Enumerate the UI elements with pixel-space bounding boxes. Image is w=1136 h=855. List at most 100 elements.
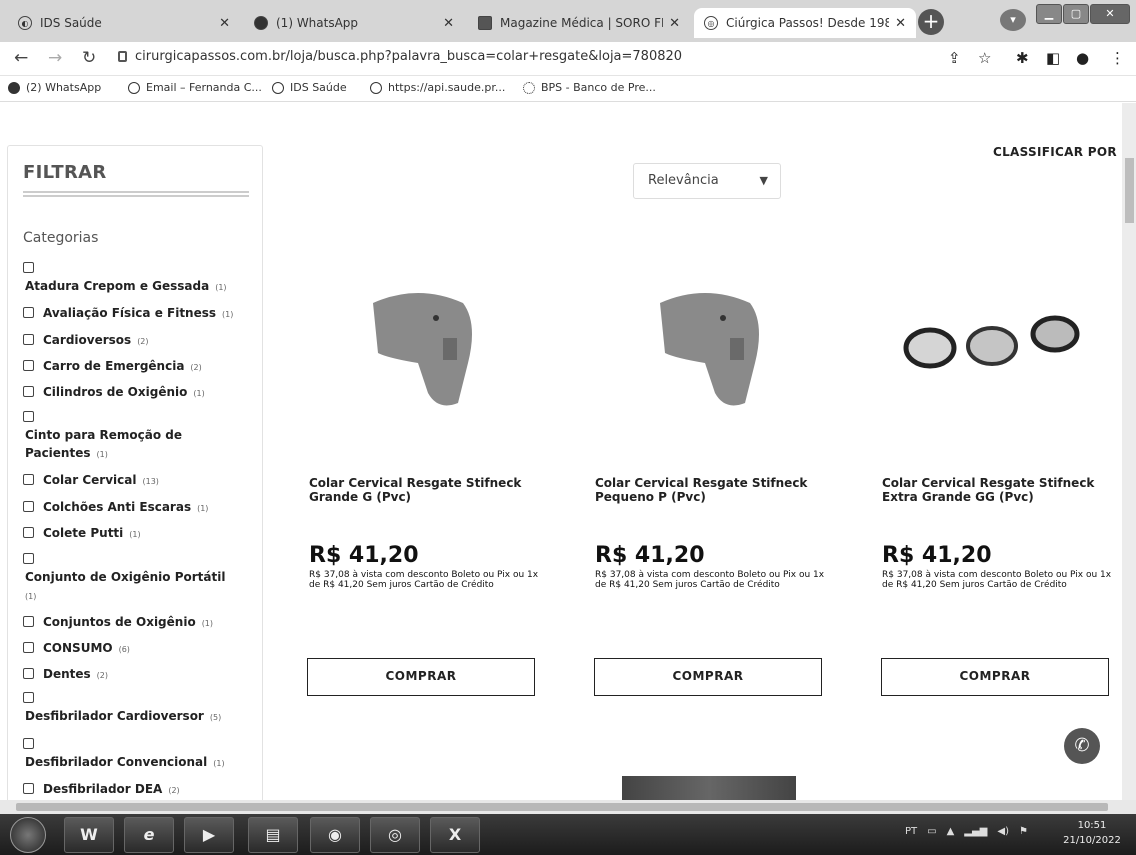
bookmark-whatsapp[interactable]: (2) WhatsApp — [8, 81, 101, 94]
extensions-icon[interactable]: ✱ — [1016, 49, 1029, 67]
minimize-button[interactable]: ▁ — [1036, 4, 1062, 24]
buy-button[interactable]: COMPRAR — [307, 658, 535, 696]
category-cinto-remocao[interactable]: Cinto para Remoção de Pacientes (1) — [23, 408, 255, 464]
tab-magazine-medica[interactable]: Magazine Médica | SORO FISIO ✕ — [468, 8, 690, 38]
product-image[interactable] — [358, 283, 488, 413]
checkbox[interactable] — [23, 642, 34, 653]
category-carro-emergencia[interactable]: Carro de Emergência (2) — [23, 357, 255, 377]
close-icon[interactable]: ✕ — [895, 16, 906, 31]
category-label: Colar Cervical — [43, 473, 137, 487]
language-indicator[interactable]: PT — [905, 826, 917, 837]
category-dentes[interactable]: Dentes (2) — [23, 665, 255, 685]
whatsapp-chat-button[interactable]: ✆ — [1064, 728, 1100, 764]
category-consumo[interactable]: CONSUMO (6) — [23, 639, 255, 659]
address-bar[interactable]: cirurgicapassos.com.br/loja/busca.php?pa… — [118, 49, 682, 64]
tab-cirurgica-passos[interactable]: ◎ Ciúrgica Passos! Desde 1984, J ✕ — [694, 8, 916, 38]
buy-button[interactable]: COMPRAR — [881, 658, 1109, 696]
scroll-thumb[interactable] — [1125, 158, 1134, 223]
category-desfibrilador-cardioversor[interactable]: Desfibrilador Cardioversor (5) — [23, 689, 255, 727]
category-desfibrilador-dea[interactable]: Desfibrilador DEA (2) — [23, 780, 255, 800]
checkbox[interactable] — [23, 334, 34, 345]
category-conjuntos-oxigenio[interactable]: Conjuntos de Oxigênio (1) — [23, 613, 255, 633]
category-colar-cervical[interactable]: Colar Cervical (13) — [23, 471, 255, 491]
bookmark-ids-saude[interactable]: IDS Saúde — [272, 81, 347, 94]
tab-ids-saude[interactable]: ◐ IDS Saúde ✕ — [8, 8, 240, 38]
category-colete-putti[interactable]: Colete Putti (1) — [23, 524, 255, 544]
reload-button[interactable]: ↻ — [82, 48, 96, 68]
profile-icon[interactable]: ● — [1076, 49, 1089, 67]
category-label: Cardioversos — [43, 333, 132, 347]
excel-app-icon[interactable]: X — [430, 817, 480, 853]
category-conjunto-portatil[interactable]: Conjunto de Oxigênio Portátil (1) — [23, 550, 255, 606]
vertical-scrollbar[interactable] — [1122, 103, 1136, 800]
bookmark-bps[interactable]: BPS - Banco de Pre... — [523, 81, 656, 94]
start-button[interactable] — [10, 817, 46, 853]
media-player-icon[interactable]: ▶ — [184, 817, 234, 853]
close-icon[interactable]: ✕ — [219, 16, 230, 31]
checkbox[interactable] — [23, 262, 34, 273]
product-name[interactable]: Colar Cervical Resgate Stifneck Extra Gr… — [882, 476, 1117, 504]
checkbox[interactable] — [23, 501, 34, 512]
checkbox[interactable] — [23, 307, 34, 318]
maximize-button[interactable]: ▢ — [1063, 4, 1089, 24]
checkbox[interactable] — [23, 386, 34, 397]
category-count: (1) — [215, 283, 227, 292]
flag-icon[interactable]: ⚑ — [1019, 826, 1028, 837]
horizontal-scrollbar[interactable] — [0, 800, 1136, 814]
scroll-thumb[interactable] — [16, 803, 1108, 811]
product-image[interactable] — [622, 776, 796, 800]
close-icon[interactable]: ✕ — [443, 16, 454, 31]
tab-whatsapp[interactable]: (1) WhatsApp ✕ — [244, 8, 464, 38]
category-label: Cilindros de Oxigênio — [43, 385, 188, 399]
bookmarks-bar: (2) WhatsApp Email – Fernanda C... IDS S… — [0, 76, 1136, 102]
bookmark-label: https://api.saude.pr... — [388, 81, 506, 94]
tab-search-button[interactable]: ▾ — [1000, 9, 1026, 31]
menu-icon[interactable]: ⋮ — [1110, 49, 1125, 67]
checkbox[interactable] — [23, 411, 34, 422]
product-name[interactable]: Colar Cervical Resgate Stifneck Pequeno … — [595, 476, 830, 504]
category-colchoes[interactable]: Colchões Anti Escaras (1) — [23, 498, 255, 518]
category-cardioversos[interactable]: Cardioversos (2) — [23, 331, 255, 351]
checkbox[interactable] — [23, 783, 34, 794]
star-icon[interactable]: ☆ — [978, 49, 991, 67]
new-tab-button[interactable]: + — [918, 9, 944, 35]
checkbox[interactable] — [23, 738, 34, 749]
signal-icon[interactable]: ▂▄▆ — [964, 826, 987, 837]
product-image[interactable] — [645, 283, 775, 413]
checkbox[interactable] — [23, 668, 34, 679]
product-name[interactable]: Colar Cervical Resgate Stifneck Grande G… — [309, 476, 544, 504]
bookmark-api-saude[interactable]: https://api.saude.pr... — [370, 81, 505, 94]
word-app-icon[interactable]: W — [64, 817, 114, 853]
back-button[interactable]: ← — [14, 48, 28, 68]
chrome-app-icon[interactable]: ◎ — [370, 817, 420, 853]
buy-button[interactable]: COMPRAR — [594, 658, 822, 696]
close-window-button[interactable]: ✕ — [1090, 4, 1130, 24]
bookmark-email[interactable]: Email – Fernanda C... — [128, 81, 262, 94]
address-text: cirurgicapassos.com.br/loja/busca.php?pa… — [135, 49, 683, 64]
category-cilindros-oxigenio[interactable]: Cilindros de Oxigênio (1) — [23, 383, 255, 403]
checkbox[interactable] — [23, 616, 34, 627]
volume-icon[interactable]: ◀) — [997, 826, 1009, 837]
forward-button[interactable]: → — [48, 48, 62, 68]
clock[interactable]: 10:51 21/10/2022 — [1052, 818, 1132, 848]
sort-select[interactable]: Relevância ▼ — [633, 163, 781, 199]
category-desfibrilador-convencional[interactable]: Desfibrilador Convencional (1) — [23, 735, 255, 773]
file-explorer-icon[interactable]: ▤ — [248, 817, 298, 853]
whatsapp-icon — [8, 81, 20, 94]
ie-app-icon[interactable]: e — [124, 817, 174, 853]
checkbox[interactable] — [23, 527, 34, 538]
close-icon[interactable]: ✕ — [669, 16, 680, 31]
chevron-up-icon[interactable]: ▲ — [947, 826, 955, 837]
category-label: Colete Putti — [43, 526, 124, 540]
side-panel-icon[interactable]: ◧ — [1046, 49, 1060, 67]
category-atadura[interactable]: Atadura Crepom e Gessada (1) — [23, 259, 255, 297]
media-app-icon[interactable]: ◉ — [310, 817, 360, 853]
category-avaliacao-fisica[interactable]: Avaliação Física e Fitness (1) — [23, 304, 255, 324]
share-icon[interactable]: ⇪ — [948, 49, 961, 67]
checkbox[interactable] — [23, 553, 34, 564]
checkbox[interactable] — [23, 474, 34, 485]
checkbox[interactable] — [23, 360, 34, 371]
checkbox[interactable] — [23, 692, 34, 703]
keyboard-icon[interactable]: ▭ — [927, 826, 936, 837]
product-image[interactable] — [900, 308, 1090, 388]
